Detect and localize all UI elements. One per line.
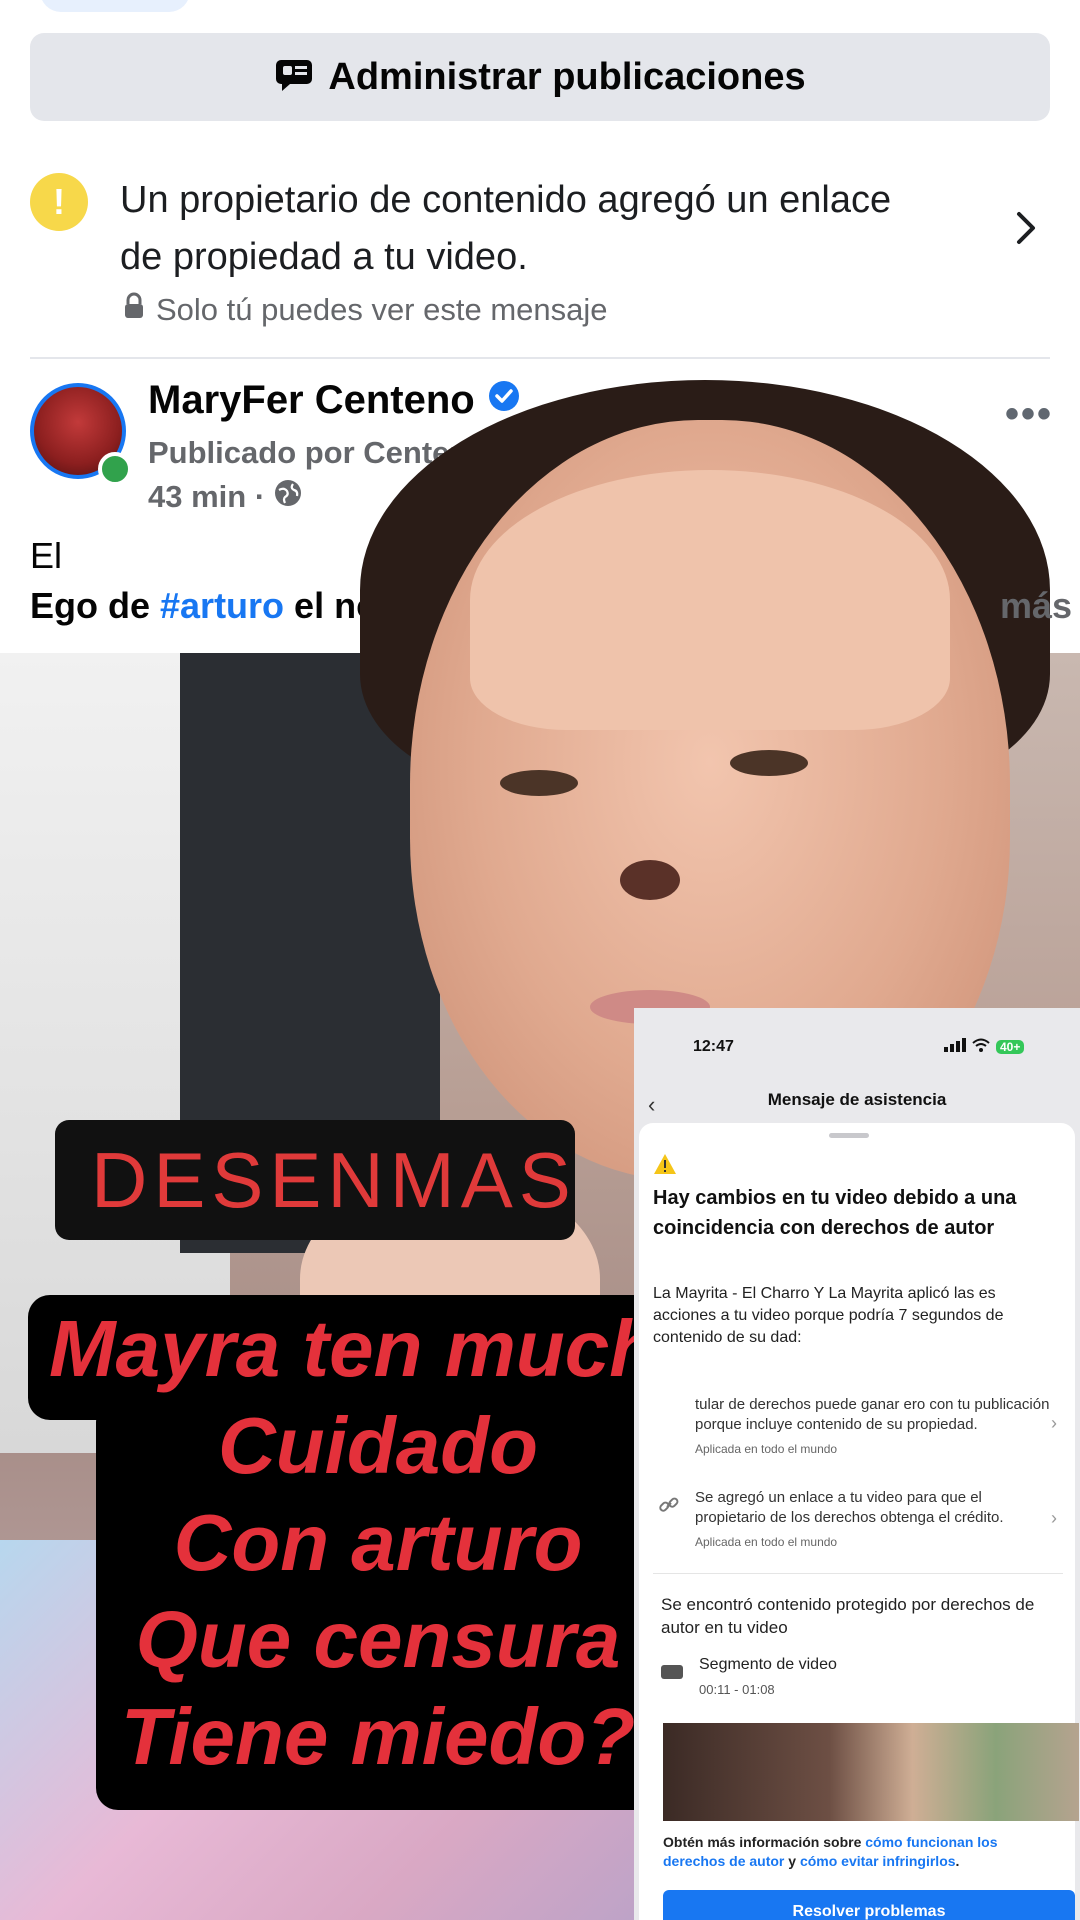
- chevron-right-icon[interactable]: [1015, 210, 1037, 251]
- video-forehead: [470, 470, 950, 730]
- copyright-heading: Hay cambios en tu video debido a una coi…: [653, 1187, 1017, 1239]
- author-name: MaryFer Centeno: [148, 378, 475, 422]
- post-author[interactable]: MaryFer Centeno: [148, 378, 521, 423]
- battery-indicator: 40+: [996, 1039, 1025, 1054]
- post-time-text: 43 min ·: [148, 479, 266, 514]
- copyright-info: Obtén más información sobre cómo funcion…: [663, 1833, 1063, 1871]
- chevron-right-icon[interactable]: ›: [1051, 1413, 1057, 1434]
- ownership-link-scope: Aplicada en todo el mundo: [695, 1535, 838, 1549]
- monetization-item[interactable]: tular de derechos puede ganar ero con tu…: [653, 1395, 1053, 1459]
- avoid-infringing-link[interactable]: cómo evitar infringirlos: [800, 1853, 956, 1869]
- video-nose: [620, 860, 680, 900]
- video-sign: DESENMAS: [55, 1120, 575, 1240]
- embedded-screenshot: 12:47 40+ ‹ Mensaje de asistencia Hay ca…: [634, 1008, 1080, 1920]
- see-more-link[interactable]: más: [1000, 585, 1072, 627]
- status-time: 12:47: [693, 1038, 734, 1055]
- top-pill: [40, 0, 190, 12]
- video-thumbnail[interactable]: [663, 1723, 1079, 1821]
- link-icon: [659, 1495, 679, 1520]
- caption-line-5: Tiene miedo?: [120, 1692, 636, 1781]
- copyright-body: La Mayrita - El Charro Y La Mayrita apli…: [653, 1285, 1004, 1346]
- divider: [653, 1573, 1063, 1574]
- resolve-problems-button[interactable]: Resolver problemas: [663, 1890, 1075, 1920]
- ownership-link-item[interactable]: Se agregó un enlace a tu video para que …: [653, 1488, 1053, 1552]
- video-caption: Mayra ten mucho Cuidado Con arturo Que c…: [28, 1300, 728, 1785]
- segment-time: 00:11 - 01:08: [699, 1682, 775, 1697]
- monetization-text: tular de derechos puede ganar ero con tu…: [695, 1396, 1050, 1433]
- privacy-note: Solo tú puedes ver este mensaje: [122, 292, 608, 328]
- info-suffix: .: [955, 1853, 960, 1869]
- online-status-dot: [98, 452, 132, 486]
- info-prefix: Obtén más información sobre: [663, 1834, 866, 1850]
- post-caption-line1: El: [30, 535, 63, 576]
- chevron-right-icon[interactable]: ›: [1051, 1508, 1057, 1529]
- ownership-notice[interactable]: Un propietario de contenido agregó un en…: [120, 172, 940, 286]
- more-options-icon[interactable]: •••: [1005, 392, 1053, 437]
- divider: [30, 357, 1050, 359]
- caption-line-4: Que censura: [135, 1595, 621, 1684]
- lock-icon: [122, 292, 146, 328]
- warning-triangle-icon: [653, 1153, 677, 1180]
- manage-posts-label: Administrar publicaciones: [328, 55, 806, 98]
- warning-icon: !: [30, 173, 88, 231]
- sheet-handle[interactable]: [829, 1133, 869, 1138]
- caption-prefix: Ego de: [30, 585, 161, 626]
- caption-line-3: Con arturo: [173, 1498, 583, 1587]
- monetization-scope: Aplicada en todo el mundo: [695, 1442, 838, 1456]
- manage-posts-icon: [274, 58, 314, 97]
- post-time: 43 min ·: [148, 478, 303, 516]
- video-left-eye: [500, 770, 578, 796]
- video-camera-icon: [661, 1665, 683, 1679]
- info-mid: y: [784, 1853, 800, 1869]
- video-right-eye: [730, 750, 808, 776]
- signal-icon: [944, 1038, 966, 1055]
- privacy-text: Solo tú puedes ver este mensaje: [156, 292, 608, 327]
- segment-label: Segmento de video: [699, 1656, 837, 1673]
- wifi-icon: [972, 1038, 990, 1055]
- caption-line-1: Mayra ten mucho: [49, 1304, 707, 1393]
- manage-posts-button[interactable]: Administrar publicaciones: [30, 33, 1050, 121]
- caption-line-2: Cuidado: [218, 1401, 538, 1490]
- hashtag-link[interactable]: #arturo: [160, 585, 284, 626]
- screenshot-title: Mensaje de asistencia: [767, 1090, 947, 1109]
- assistance-sheet: Hay cambios en tu video debido a una coi…: [639, 1123, 1079, 1920]
- ownership-link-text: Se agregó un enlace a tu video para que …: [695, 1489, 1004, 1526]
- status-icons: 40+: [944, 1038, 1025, 1055]
- post-caption-line2: Ego de #arturo el novi: [30, 585, 408, 627]
- globe-icon: [273, 478, 303, 516]
- found-content-text: Se encontró contenido protegido por dere…: [661, 1595, 1035, 1637]
